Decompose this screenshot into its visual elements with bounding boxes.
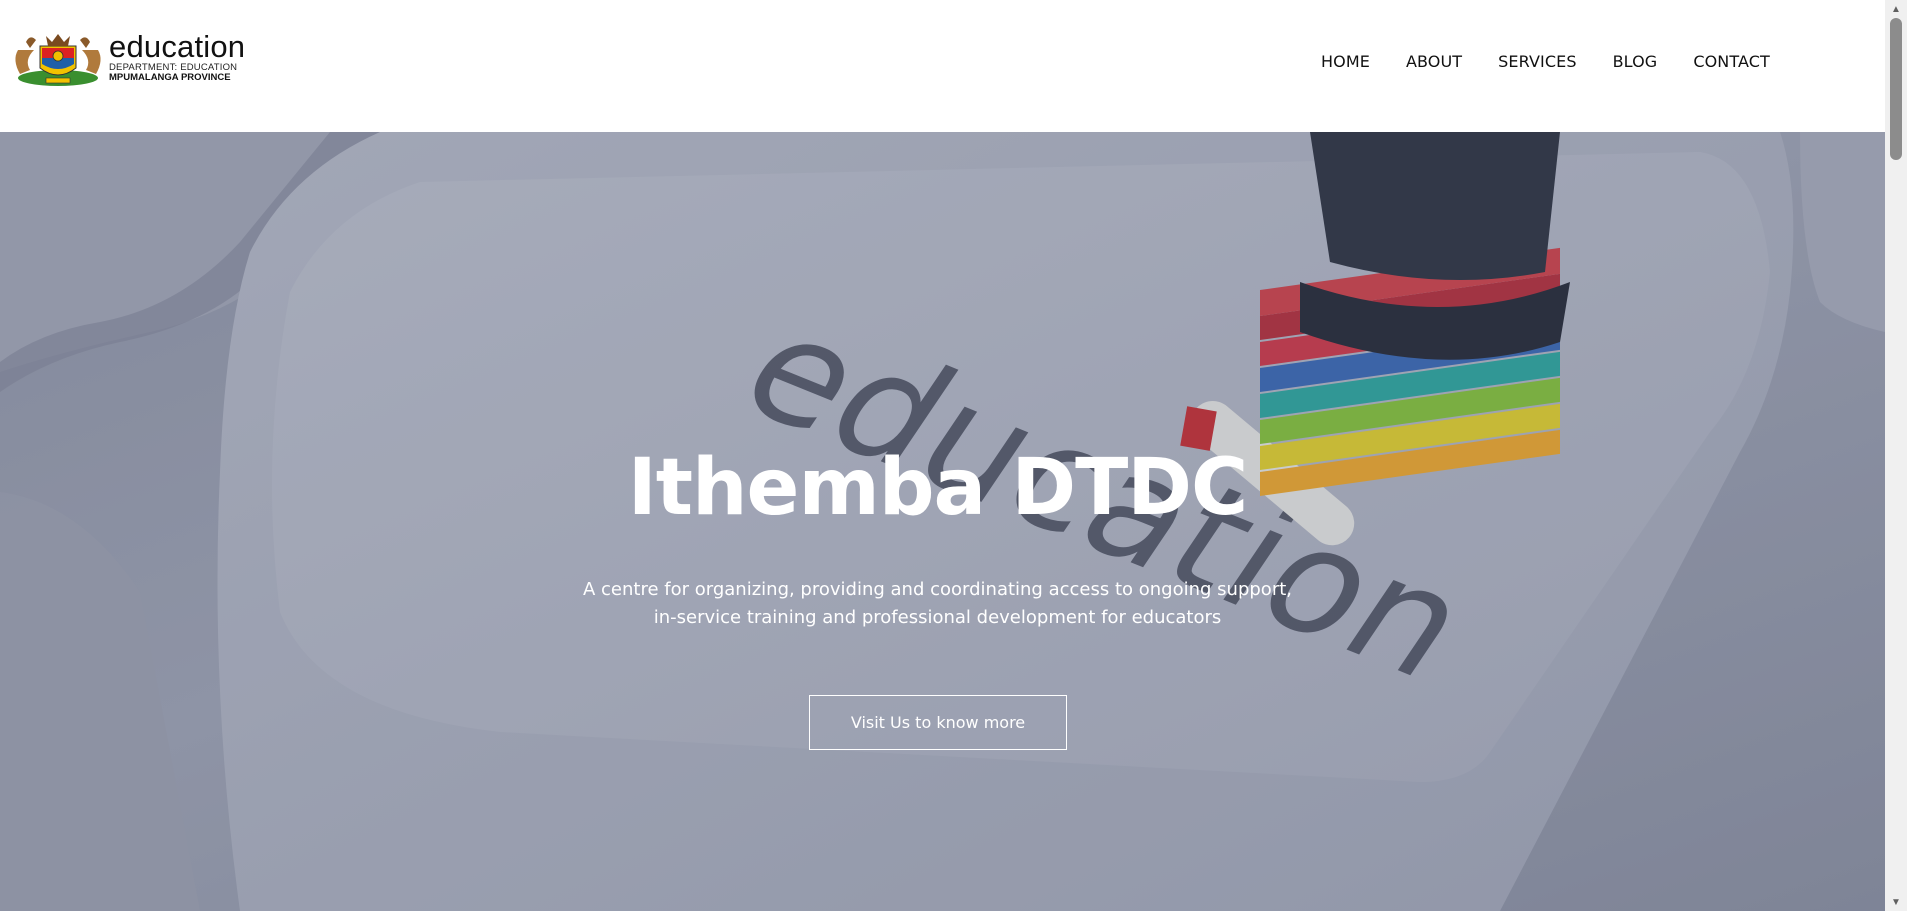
scrollbar-thumb[interactable] (1890, 18, 1902, 160)
hero-description: A centre for organizing, providing and c… (0, 576, 1875, 632)
main-nav: HOME ABOUT SERVICES BLOG CONTACT (1321, 52, 1770, 72)
page-scrollbar[interactable]: ▲ ▼ (1885, 0, 1907, 911)
scroll-down-arrow-icon[interactable]: ▼ (1885, 893, 1907, 911)
nav-contact[interactable]: CONTACT (1693, 52, 1770, 72)
page: education DEPARTMENT: EDUCATION MPUMALAN… (0, 0, 1885, 911)
coat-of-arms-icon (15, 34, 101, 86)
nav-blog[interactable]: BLOG (1613, 52, 1658, 72)
site-logo[interactable]: education DEPARTMENT: EDUCATION MPUMALAN… (6, 28, 266, 88)
scroll-up-arrow-icon[interactable]: ▲ (1885, 0, 1907, 18)
hero-title: Ithemba DTDC (627, 443, 1249, 533)
hero-description-line2: in-service training and professional dev… (653, 607, 1222, 628)
nav-about[interactable]: ABOUT (1406, 52, 1462, 72)
visit-us-button[interactable]: Visit Us to know more (809, 695, 1067, 750)
logo-wordmark: education (109, 29, 246, 64)
logo-subtitle-province: MPUMALANGA PROVINCE (109, 72, 231, 83)
hero-description-line1: A centre for organizing, providing and c… (583, 579, 1292, 600)
site-header: education DEPARTMENT: EDUCATION MPUMALAN… (0, 0, 1885, 132)
nav-home[interactable]: HOME (1321, 52, 1370, 72)
hero-section: education Ithemba DTDC A centre for orga… (0, 132, 1885, 911)
nav-services[interactable]: SERVICES (1498, 52, 1576, 72)
